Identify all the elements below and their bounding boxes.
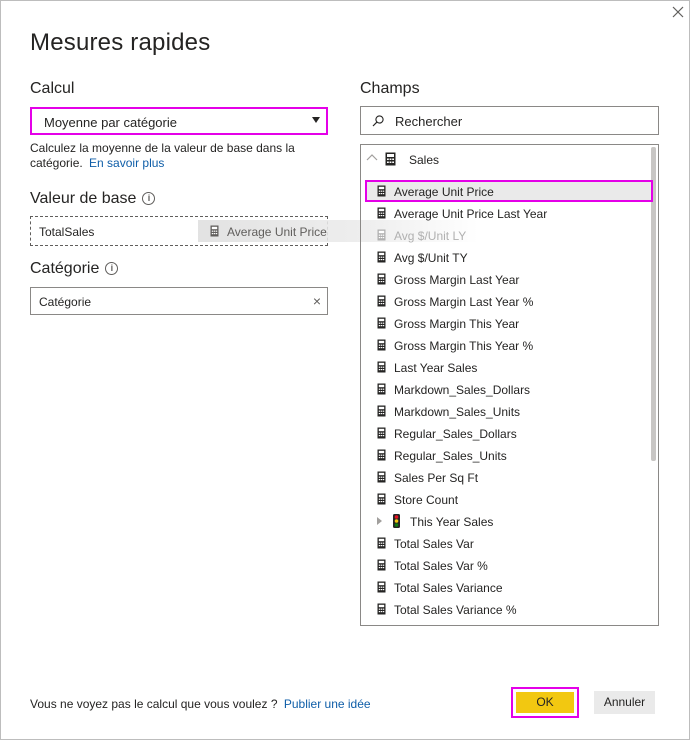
field-item-label: Gross Margin This Year % xyxy=(394,339,534,353)
field-item-label: Markdown_Sales_Units xyxy=(394,405,521,419)
field-item[interactable]: Gross Margin This Year xyxy=(365,312,653,334)
footer-question: Vous ne voyez pas le calcul que vous vou… xyxy=(30,697,371,711)
calculator-icon xyxy=(377,339,386,354)
calculator-icon xyxy=(377,471,386,486)
kpi-icon xyxy=(393,514,400,531)
dialog-title: Mesures rapides xyxy=(30,29,211,56)
chevron-up-icon[interactable] xyxy=(366,153,378,161)
calculator-icon xyxy=(377,449,386,464)
field-item[interactable]: Gross Margin This Year % xyxy=(365,334,653,356)
field-item-label: Total Sales Var xyxy=(394,537,474,551)
field-item[interactable]: Total Sales Var % xyxy=(365,554,653,576)
base-value-label-text: Valeur de base xyxy=(30,190,137,207)
category-field-value: Catégorie xyxy=(39,295,92,309)
calculator-icon xyxy=(377,207,386,222)
field-item-label: Total Sales Variance % xyxy=(394,603,517,617)
calculator-icon xyxy=(377,295,386,310)
calculator-icon xyxy=(377,229,386,244)
field-item-label: Avg $/Unit TY xyxy=(394,251,468,265)
calc-select-value: Moyenne par catégorie xyxy=(44,115,177,130)
field-item-label: Last Year Sales xyxy=(394,361,478,375)
calculator-icon xyxy=(377,559,386,574)
base-value-label: Valeur de base i xyxy=(30,190,156,208)
field-item[interactable]: Average Unit Price xyxy=(365,180,653,202)
calculator-icon xyxy=(377,581,386,596)
field-item[interactable]: Total Sales Variance % xyxy=(365,598,653,620)
footer-question-text: Vous ne voyez pas le calcul que vous vou… xyxy=(30,697,278,711)
field-item-label: Avg $/Unit LY xyxy=(394,229,467,243)
calculator-icon xyxy=(377,427,386,442)
submit-idea-link[interactable]: Publier une idée xyxy=(284,697,371,711)
category-label-text: Catégorie xyxy=(30,260,100,277)
calc-select[interactable]: Moyenne par catégorie xyxy=(30,107,328,135)
search-input[interactable] xyxy=(395,112,645,130)
calculator-icon xyxy=(377,185,386,200)
field-item[interactable]: Regular_Sales_Units xyxy=(365,444,653,466)
field-item[interactable]: Avg $/Unit LY xyxy=(365,224,653,246)
field-item-label: Markdown_Sales_Dollars xyxy=(394,383,531,397)
field-item[interactable]: Regular_Sales_Dollars xyxy=(365,422,653,444)
field-item[interactable]: Store Count xyxy=(365,488,653,510)
field-item[interactable]: Total Sales Var xyxy=(365,532,653,554)
calculator-icon xyxy=(377,493,386,508)
base-value-field: TotalSales xyxy=(39,225,95,239)
field-item-label: Gross Margin Last Year xyxy=(394,273,520,287)
field-item-label: Gross Margin Last Year % xyxy=(394,295,534,309)
calculator-icon xyxy=(377,361,386,376)
field-item-label: Average Unit Price xyxy=(394,185,494,199)
calculator-icon xyxy=(377,603,386,618)
calculator-icon xyxy=(377,383,386,398)
info-icon[interactable]: i xyxy=(105,262,119,275)
field-item-label: Gross Margin This Year xyxy=(394,317,520,331)
close-icon[interactable] xyxy=(671,5,685,19)
field-item[interactable]: Last Year Sales xyxy=(365,356,653,378)
field-item[interactable]: Avg $/Unit TY xyxy=(365,246,653,268)
calculator-icon xyxy=(377,537,386,552)
field-item[interactable]: This Year Sales xyxy=(365,510,653,532)
field-item[interactable]: Gross Margin Last Year % xyxy=(365,290,653,312)
category-label: Catégorie i xyxy=(30,260,119,278)
field-item-label: Average Unit Price Last Year xyxy=(394,207,548,221)
calculator-icon xyxy=(377,317,386,332)
chevron-down-icon xyxy=(312,117,320,123)
ok-button[interactable]: OK xyxy=(511,687,579,718)
calculator-icon xyxy=(377,251,386,266)
calculator-icon xyxy=(377,273,386,288)
table-name: Sales xyxy=(409,153,440,167)
ok-button-label: OK xyxy=(516,692,574,713)
field-item[interactable]: Gross Margin Last Year xyxy=(365,268,653,290)
info-icon[interactable]: i xyxy=(142,192,156,205)
calculator-icon xyxy=(377,405,386,420)
field-item-label: Sales Per Sq Ft xyxy=(394,471,479,485)
search-icon xyxy=(372,115,384,127)
learn-more-link[interactable]: En savoir plus xyxy=(89,156,164,170)
field-item[interactable]: Markdown_Sales_Units xyxy=(365,400,653,422)
clear-icon[interactable]: × xyxy=(313,293,321,309)
field-item-label: Store Count xyxy=(394,493,459,507)
calc-label: Calcul xyxy=(30,80,75,97)
category-field[interactable]: Catégorie × xyxy=(30,287,328,315)
field-item[interactable]: Average Unit Price Last Year xyxy=(365,202,653,224)
field-item-label: This Year Sales xyxy=(410,515,494,529)
field-item-label: Total Sales Variance xyxy=(394,581,503,595)
field-item[interactable]: Total Sales Variance xyxy=(365,576,653,598)
chevron-right-icon[interactable] xyxy=(377,517,382,525)
cancel-button[interactable]: Annuler xyxy=(594,691,655,714)
calc-description: Calculez la moyenne de la valeur de base… xyxy=(30,141,330,171)
calculator-icon xyxy=(210,225,219,237)
quick-measures-dialog: Mesures rapides Calcul Moyenne par catég… xyxy=(0,0,690,740)
field-item-label: Total Sales Var % xyxy=(394,559,488,573)
search-box[interactable] xyxy=(360,106,659,135)
field-item[interactable]: Sales Per Sq Ft xyxy=(365,466,653,488)
fields-label: Champs xyxy=(360,80,420,97)
field-item-label: Regular_Sales_Units xyxy=(394,449,507,463)
field-item[interactable]: Markdown_Sales_Dollars xyxy=(365,378,653,400)
drag-ghost-label: Average Unit Price xyxy=(227,225,327,239)
field-item-label: Regular_Sales_Dollars xyxy=(394,427,517,441)
calculator-table-icon xyxy=(385,152,396,166)
